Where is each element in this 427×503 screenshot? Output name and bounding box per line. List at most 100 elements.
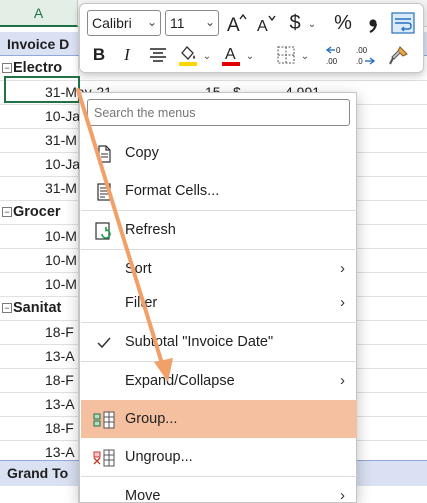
menu-item-expand-collapse[interactable]: Expand/Collapse › [81, 362, 357, 400]
format-painter-button[interactable] [386, 42, 412, 68]
group-label-sanitary[interactable]: Sanitat [13, 296, 61, 320]
wrap-text-icon [391, 12, 415, 34]
svg-text:.0: .0 [356, 57, 363, 66]
svg-text:.00: .00 [356, 46, 368, 55]
menu-item-label: Copy [125, 145, 159, 161]
chevron-down-icon: ⌄ [146, 15, 157, 29]
decrease-decimal-icon: .00.0 [356, 46, 376, 66]
font-color-button[interactable]: A [219, 42, 243, 68]
menu-item-format-cells[interactable]: Format Cells... [81, 172, 357, 210]
date-cell[interactable]: 10-M [45, 224, 77, 248]
font-size-value: 11 [170, 15, 185, 31]
menu-item-label: Ungroup... [125, 449, 193, 465]
decrease-font-size-button[interactable]: A [253, 10, 279, 36]
decrease-font-icon: A [257, 15, 276, 34]
collapse-toggle-icon[interactable]: − [2, 63, 12, 73]
font-color-icon: A [222, 46, 240, 66]
chevron-down-icon[interactable]: ⌄ [299, 48, 311, 64]
menu-item-label: Group... [125, 411, 178, 427]
menu-item-copy[interactable]: Copy [81, 134, 357, 172]
group-label-grocery[interactable]: Grocer [13, 200, 61, 224]
refresh-icon [93, 220, 115, 242]
date-cell[interactable]: 18-F [45, 368, 74, 392]
date-cell[interactable]: 31-M [45, 128, 77, 152]
percent-style-button[interactable]: % [330, 10, 356, 36]
date-cell[interactable]: 13-A [45, 344, 75, 368]
checkmark-icon [93, 332, 115, 354]
fill-color-button[interactable] [176, 42, 200, 68]
borders-icon [277, 46, 295, 64]
italic-button[interactable]: I [116, 42, 138, 68]
bold-icon: B [92, 45, 106, 64]
font-color-swatch [222, 62, 240, 66]
column-header-a[interactable]: A [0, 0, 78, 27]
context-menu: Copy Format Cells... Refresh Sort › Filt… [79, 92, 357, 503]
fill-color-swatch [179, 62, 197, 66]
menu-item-label: Move [125, 488, 161, 503]
date-cell[interactable]: 10-M [45, 272, 77, 296]
copy-icon [93, 143, 115, 165]
align-center-icon [150, 48, 166, 62]
date-cell[interactable]: 10-Ja [45, 104, 80, 128]
chevron-right-icon: › [340, 294, 345, 311]
grand-total-label[interactable]: Grand To [7, 461, 68, 485]
chevron-right-icon: › [340, 260, 345, 277]
svg-text:A: A [227, 15, 240, 34]
italic-icon: I [124, 45, 130, 64]
menu-item-label: Sort [125, 261, 152, 277]
borders-button[interactable] [274, 42, 298, 68]
date-cell[interactable]: 13-A [45, 392, 75, 416]
currency-format-button[interactable]: $ [284, 10, 306, 36]
fill-color-icon [179, 46, 197, 66]
menu-item-label: Subtotal "Invoice Date" [125, 334, 274, 350]
svg-text:0: 0 [336, 46, 341, 55]
menu-search-input[interactable] [87, 99, 350, 126]
increase-font-icon: A [227, 13, 247, 34]
menu-item-label: Refresh [125, 222, 176, 238]
menu-item-ungroup[interactable]: Ungroup... [81, 438, 357, 476]
ungroup-icon [93, 447, 115, 469]
group-icon [93, 409, 115, 431]
decrease-decimal-button[interactable]: .00.0 [354, 42, 380, 68]
menu-item-label: Format Cells... [125, 183, 220, 199]
percent-icon: % [334, 11, 352, 34]
align-center-button[interactable] [146, 42, 170, 68]
menu-item-subtotal[interactable]: Subtotal "Invoice Date" [81, 323, 357, 361]
collapse-toggle-icon[interactable]: − [2, 303, 12, 313]
increase-decimal-button[interactable]: 0.00 [324, 42, 350, 68]
menu-item-refresh[interactable]: Refresh [81, 211, 357, 249]
collapse-toggle-icon[interactable]: − [2, 207, 12, 217]
active-cell-selection[interactable] [4, 76, 80, 103]
increase-decimal-icon: 0.00 [325, 46, 341, 66]
format-painter-icon [389, 46, 408, 65]
comma-icon [369, 19, 378, 34]
chevron-down-icon[interactable]: ⌄ [244, 48, 256, 64]
format-cells-icon [93, 181, 115, 203]
svg-text:A: A [257, 18, 268, 34]
wrap-text-button[interactable] [390, 11, 416, 35]
menu-item-group[interactable]: Group... [81, 400, 357, 438]
chevron-down-icon[interactable]: ⌄ [201, 48, 213, 64]
font-size-select[interactable]: 11 ⌄ [165, 10, 219, 36]
date-cell[interactable]: 18-F [45, 416, 74, 440]
date-cell[interactable]: 18-F [45, 320, 74, 344]
date-cell[interactable]: 10-M [45, 248, 77, 272]
menu-item-move[interactable]: Move › [81, 477, 357, 503]
svg-text:.00: .00 [326, 57, 338, 66]
date-cell[interactable]: 31-M [45, 176, 77, 200]
dollar-icon: $ [289, 11, 301, 34]
increase-font-size-button[interactable]: A [223, 10, 249, 36]
mini-toolbar: Calibri ⌄ 11 ⌄ A A $ ⌄ % B I ⌄ A ⌄ ⌄ 0 .… [79, 3, 424, 73]
menu-item-sort[interactable]: Sort › [81, 250, 357, 288]
date-cell[interactable]: 10-Ja [45, 152, 80, 176]
chevron-right-icon: › [340, 372, 345, 389]
menu-item-label: Expand/Collapse [125, 373, 235, 389]
header-cell-invoice-date[interactable]: Invoice D [7, 32, 69, 56]
chevron-right-icon: › [340, 487, 345, 503]
comma-style-button[interactable] [362, 10, 384, 36]
font-name-value: Calibri [92, 15, 132, 31]
chevron-down-icon[interactable]: ⌄ [306, 16, 318, 32]
menu-item-filter[interactable]: Filter › [81, 284, 357, 322]
font-name-select[interactable]: Calibri ⌄ [87, 10, 161, 36]
bold-button[interactable]: B [88, 42, 110, 68]
